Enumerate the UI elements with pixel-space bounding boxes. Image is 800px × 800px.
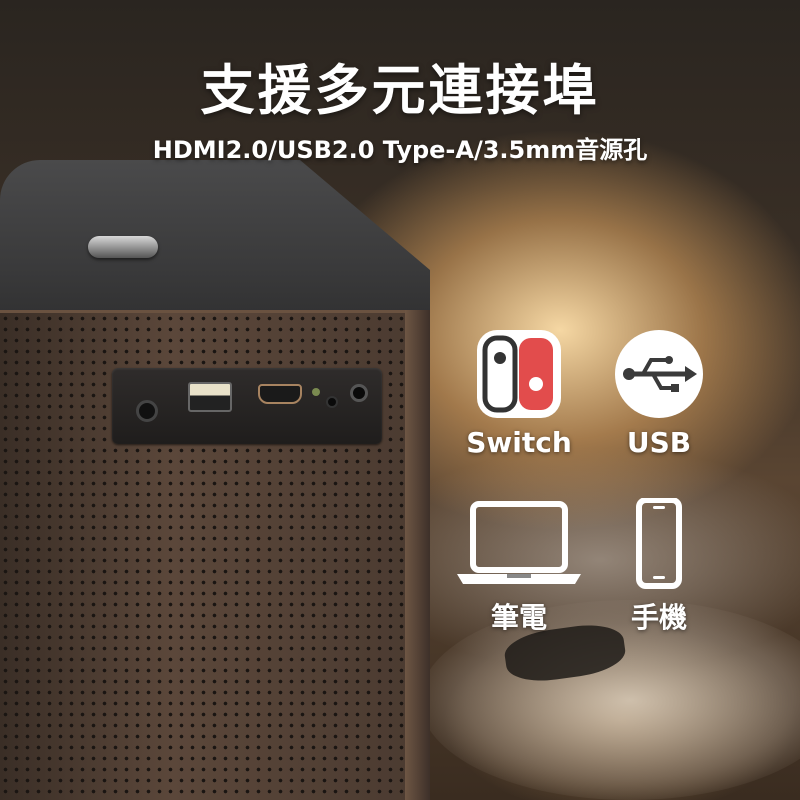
switch-console-icon <box>477 330 561 418</box>
projector-device <box>0 160 430 800</box>
product-banner: 支援多元連接埠 HDMI2.0/USB2.0 Type-A/3.5mm音源孔 S… <box>0 0 800 800</box>
projector-side-edge <box>405 310 430 800</box>
headline-title: 支援多元連接埠 <box>200 59 600 122</box>
smartphone-icon <box>636 498 682 589</box>
laptop-icon <box>457 501 581 584</box>
device-laptop: 筆電 <box>444 498 594 636</box>
device-phone: 手機 <box>584 498 734 636</box>
device-switch: Switch <box>444 328 594 459</box>
device-label-laptop: 筆電 <box>490 601 547 634</box>
device-label-phone: 手機 <box>630 601 687 634</box>
audio-jack <box>350 384 368 402</box>
projector-power-button <box>88 236 158 258</box>
usb-port <box>188 382 232 412</box>
device-label-usb: USB <box>626 426 692 459</box>
hdmi-port <box>258 384 302 404</box>
headline-subtitle: HDMI2.0/USB2.0 Type-A/3.5mm音源孔 <box>152 136 648 164</box>
port-panel <box>112 368 382 444</box>
device-label-switch: Switch <box>466 426 572 459</box>
dc-port <box>136 400 158 422</box>
device-usb: USB <box>584 328 734 459</box>
usb-icon <box>615 330 703 418</box>
status-led <box>312 388 320 396</box>
mic-hole <box>326 396 338 408</box>
